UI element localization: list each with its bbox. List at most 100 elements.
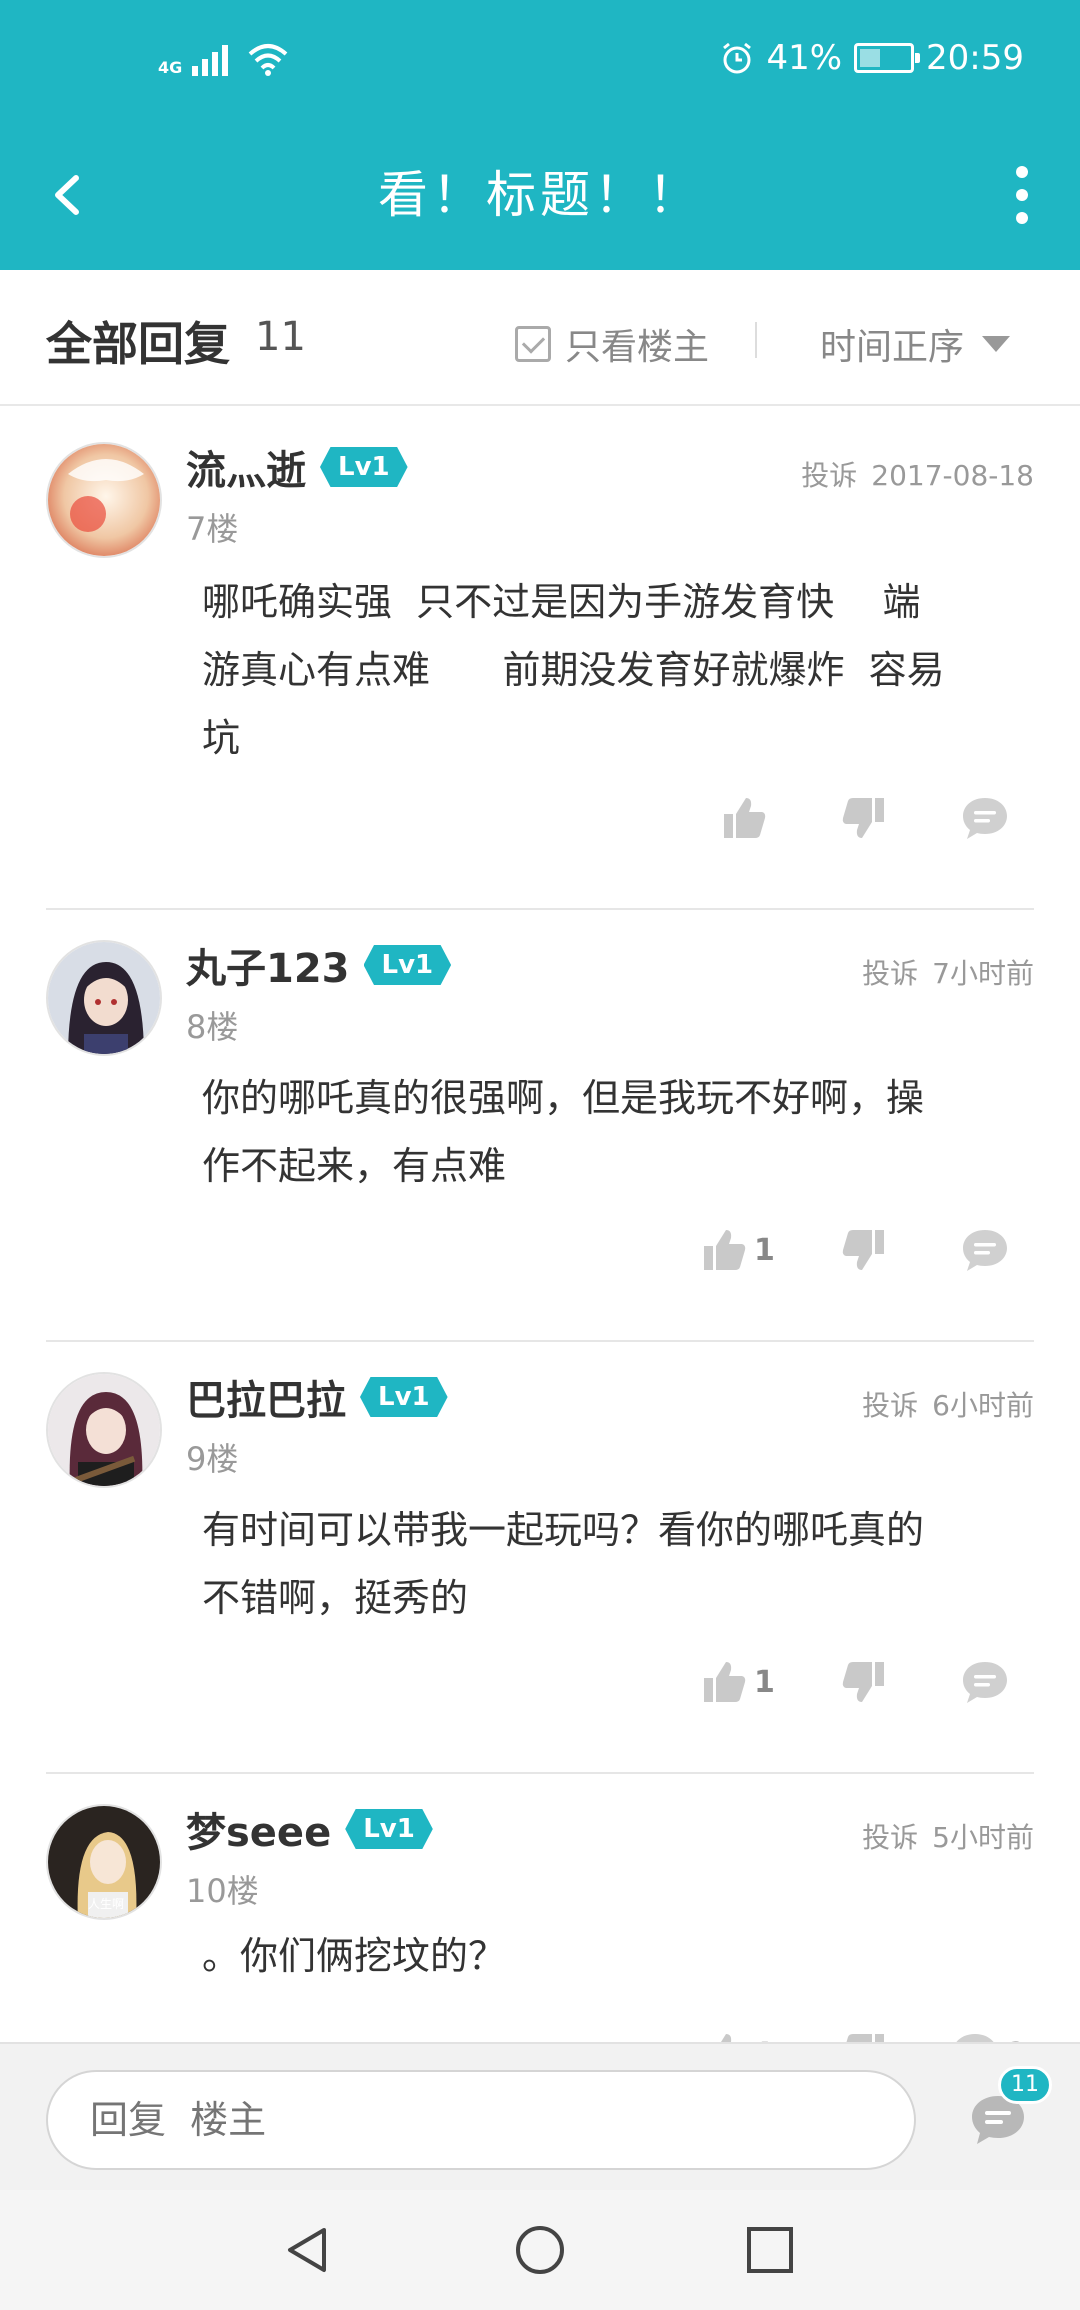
- divider: [755, 322, 757, 358]
- avatar[interactable]: 人生啊: [46, 1804, 162, 1920]
- comment-item: 流灬逝 Lv1 投诉 2017-08-18 7楼 哪吒确实强 只不过是因为手游发育…: [0, 410, 1080, 910]
- level-badge: Lv1: [363, 945, 452, 985]
- username[interactable]: 巴拉巴拉: [186, 1368, 346, 1426]
- battery-fill: [860, 49, 881, 67]
- comment-time: 6小时前: [932, 1389, 1034, 1422]
- avatar[interactable]: [46, 940, 162, 1056]
- floor-number: 10楼: [186, 1872, 259, 1910]
- thumb-up-icon: [704, 1662, 746, 1702]
- report-link[interactable]: 投诉: [801, 459, 857, 492]
- like-count: 1: [754, 1232, 775, 1268]
- battery-icon: [854, 43, 921, 73]
- reply-button[interactable]: [960, 1654, 1016, 1710]
- comment-time: 2017-08-18: [871, 459, 1034, 492]
- thumb-down-icon: [842, 798, 884, 838]
- comment-icon: [956, 2034, 994, 2042]
- username[interactable]: 梦seee: [186, 1800, 331, 1858]
- back-icon[interactable]: [40, 160, 100, 230]
- comment-time: 7小时前: [932, 957, 1034, 990]
- username-row: 巴拉巴拉 Lv1: [186, 1368, 448, 1426]
- dislike-button[interactable]: [840, 2026, 888, 2042]
- alarm-icon: [723, 42, 752, 74]
- report-link[interactable]: 投诉: [862, 1389, 918, 1422]
- more-icon[interactable]: [992, 158, 1052, 232]
- report-link[interactable]: 投诉: [862, 1821, 918, 1854]
- comment-text: 有时间可以带我一起玩吗？看你的哪吒真的 不错啊，挺秀的: [202, 1508, 925, 1620]
- comment-actions: 1 2: [680, 2026, 1027, 2042]
- comment-item: 丸子123 Lv1 投诉 7小时前 8楼 你的哪吒真的很强啊，但是我玩不好啊，操 …: [0, 910, 1080, 1342]
- only-owner-label: 只看楼主: [565, 327, 710, 368]
- sort-dropdown[interactable]: 时间正序: [820, 318, 1011, 370]
- status-right: 41% 20:59: [720, 38, 1024, 78]
- nav-home-icon[interactable]: [512, 2222, 568, 2278]
- comment-meta: 投诉 5小时前: [862, 1816, 1034, 1856]
- reply-button[interactable]: 2: [950, 2026, 1027, 2042]
- top-bar: 4G 41% 20:59 看！标题！！: [0, 0, 1080, 270]
- dislike-button[interactable]: [840, 790, 888, 846]
- avatar[interactable]: [46, 442, 162, 558]
- thumb-up-icon: [721, 2034, 732, 2042]
- comment-icon: [963, 1662, 1007, 1703]
- comment-item: 人生啊 梦seee Lv1 投诉 5小时前 10楼 。你们俩挖坟的？ 1 2: [0, 1774, 1080, 2042]
- comment-text: 哪吒确实强 只不过是因为手游发育快 端 游真心有点难 前期没发育好就爆炸 容易 …: [202, 580, 945, 760]
- username-row: 梦seee Lv1: [186, 1800, 433, 1858]
- reply-button[interactable]: [960, 1222, 1016, 1278]
- like-button[interactable]: 1: [700, 1654, 775, 1710]
- report-link[interactable]: 投诉: [862, 957, 918, 990]
- thumb-down-icon: [842, 1662, 884, 1702]
- app-header: 看！标题！！: [0, 120, 1080, 270]
- signal-indicator: 4G: [158, 40, 288, 76]
- page-title: 看！标题！！: [378, 166, 702, 224]
- floor-number: 8楼: [186, 1008, 239, 1046]
- username[interactable]: 丸子123: [186, 936, 350, 994]
- dislike-button[interactable]: [840, 1222, 888, 1278]
- floor-number: 7楼: [186, 510, 239, 548]
- comment-text: 。你们俩挖坟的？: [202, 1934, 507, 1978]
- only-owner-toggle[interactable]: 只看楼主: [515, 318, 709, 370]
- reply-input[interactable]: [46, 2070, 916, 2170]
- comment-actions: 1: [680, 1222, 1010, 1278]
- level-badge: Lv1: [360, 1377, 448, 1417]
- caret-down-icon: [982, 336, 1011, 352]
- checkbox-icon[interactable]: [515, 326, 551, 362]
- dislike-button[interactable]: [840, 1654, 888, 1710]
- like-button[interactable]: [720, 790, 774, 846]
- level-badge: Lv1: [345, 1809, 433, 1849]
- username[interactable]: 流灬逝: [186, 438, 306, 496]
- reply-header: 全部回复 11 只看楼主 时间正序: [0, 270, 1080, 406]
- thumb-down-icon: [842, 1230, 884, 1270]
- level-badge: Lv1: [320, 447, 408, 487]
- comment-meta: 投诉 2017-08-18: [801, 454, 1034, 494]
- sort-label: 时间正序: [820, 327, 965, 368]
- like-count: 1: [754, 1664, 775, 1700]
- username-row: 流灬逝 Lv1: [186, 438, 408, 496]
- thumb-down-icon: [846, 2034, 884, 2042]
- reply-count: 11: [255, 314, 306, 360]
- comment-icon: [963, 798, 1007, 839]
- comment-icon: [963, 1230, 1007, 1271]
- like-button[interactable]: 1: [700, 1222, 775, 1278]
- status-bar: 4G 41% 20:59: [0, 0, 1080, 120]
- network-type: 4G: [158, 58, 183, 77]
- reply-button[interactable]: [960, 790, 1016, 846]
- comment-count-badge: 11: [998, 2066, 1052, 2104]
- clock: 20:59: [926, 38, 1024, 78]
- comment-text: 你的哪吒真的很强啊，但是我玩不好啊，操 作不起来，有点难: [202, 1076, 925, 1188]
- nav-recent-icon[interactable]: [742, 2222, 798, 2278]
- reply-bar: 11: [0, 2042, 1080, 2190]
- signal-bars-icon: [192, 40, 229, 76]
- username-row: 丸子123 Lv1: [186, 936, 452, 994]
- comment-meta: 投诉 6小时前: [862, 1384, 1034, 1424]
- floor-number: 9楼: [186, 1440, 239, 1478]
- comment-meta: 投诉 7小时前: [862, 952, 1034, 992]
- comment-time: 5小时前: [932, 1821, 1034, 1854]
- comment-actions: 1: [680, 1654, 1010, 1710]
- all-replies-label: 全部回复: [46, 317, 230, 371]
- like-button[interactable]: 1: [700, 2026, 775, 2042]
- system-nav-bar: [0, 2190, 1080, 2310]
- comment-actions: [680, 790, 1010, 846]
- comment-list[interactable]: 流灬逝 Lv1 投诉 2017-08-18 7楼 哪吒确实强 只不过是因为手游发育…: [0, 410, 1080, 2042]
- avatar-caption: 人生啊: [88, 1897, 124, 1911]
- avatar[interactable]: [46, 1372, 162, 1488]
- nav-back-icon[interactable]: [280, 2222, 336, 2278]
